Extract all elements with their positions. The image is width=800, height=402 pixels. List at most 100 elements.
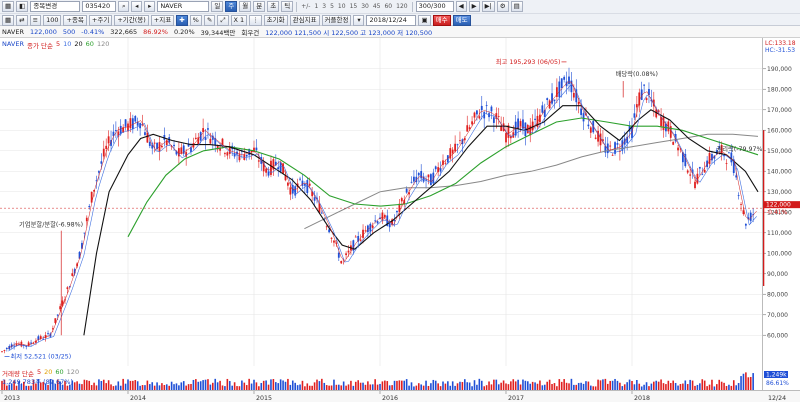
indicator-item-button[interactable]: +지표: [150, 14, 175, 26]
candle-body: [589, 127, 592, 133]
sidebar-toggle-icon[interactable]: ◧: [16, 1, 29, 12]
scroll-right-icon[interactable]: ▶: [468, 1, 480, 12]
more-icon[interactable]: ⋮: [249, 14, 262, 26]
candle-body: [265, 168, 268, 173]
period-number[interactable]: 1: [313, 1, 319, 12]
candle-body: [330, 237, 333, 239]
candle-body: [609, 145, 612, 147]
legend-period-60: 60: [85, 40, 94, 48]
sell-button[interactable]: 매도: [452, 14, 471, 26]
candle-body: [345, 253, 347, 256]
price-chart[interactable]: 최고 195,293 (06/05) 최저 52,521 (03/25) 기업분할/…: [0, 38, 765, 366]
volume-bar: [740, 376, 742, 390]
tab-tick[interactable]: 틱: [281, 1, 294, 12]
date-label: 12/24: [768, 395, 786, 402]
volume-bar: [76, 381, 78, 390]
interest-indicator-button[interactable]: 관심지표: [289, 14, 320, 26]
drawing-icon[interactable]: ✎: [203, 14, 216, 26]
code-button[interactable]: 100: [43, 14, 62, 26]
volume-chart[interactable]: [0, 368, 762, 390]
volume-chart-panel[interactable]: 거래량 단순 5 20 60 120 1,249,783주 (89.67%): [0, 368, 762, 390]
volume-bar: [151, 382, 154, 390]
candle-body: [354, 236, 357, 238]
period-number[interactable]: 5: [329, 1, 335, 12]
prev-icon[interactable]: ◂: [131, 1, 143, 12]
grid-icon[interactable]: ▤: [510, 1, 523, 12]
scroll-end-icon[interactable]: ▶|: [481, 1, 495, 12]
count-value: 300: [418, 2, 431, 10]
candle-body: [129, 118, 132, 129]
volume-bar: [752, 373, 754, 390]
next-icon[interactable]: ▸: [144, 1, 156, 12]
volume-bar: [597, 379, 599, 390]
candle-body: [662, 116, 665, 131]
fit-icon[interactable]: ⤢: [217, 14, 229, 26]
tab-minute[interactable]: 분: [253, 1, 266, 12]
layout-icon[interactable]: ▦: [2, 14, 15, 26]
multiplier-button[interactable]: X 1: [230, 14, 248, 26]
period-number[interactable]: 15: [349, 1, 359, 12]
volume-bar: [195, 379, 197, 390]
list-icon[interactable]: ≡: [29, 14, 42, 26]
percent-icon[interactable]: %: [189, 14, 202, 26]
stock-item-button[interactable]: +종목: [63, 14, 87, 26]
candle-body: [553, 99, 556, 102]
custom-button[interactable]: 커플한정: [321, 14, 352, 26]
calendar-icon[interactable]: ▣: [418, 14, 431, 26]
init-button[interactable]: 초기화: [263, 14, 288, 26]
tab-day[interactable]: 일: [211, 1, 224, 12]
volume-bar: [241, 380, 243, 390]
count-input[interactable]: 300/300: [415, 1, 454, 12]
info-turnover-label: 회우건: [241, 28, 260, 37]
volume-bar: [473, 380, 476, 390]
volume-bar: [577, 382, 580, 390]
volume-bar: [216, 382, 219, 390]
chart-icon[interactable]: ▦: [2, 1, 15, 12]
volume-bar: [747, 377, 750, 390]
volume-bar: [117, 381, 120, 390]
axis-tick-label: 80,000: [767, 291, 788, 298]
tab-month[interactable]: 월: [239, 1, 252, 12]
candle-body: [744, 223, 747, 226]
menu-select[interactable]: 종목변경: [30, 1, 81, 12]
period-number[interactable]: 45: [372, 1, 382, 12]
period-item-button[interactable]: +주기: [88, 14, 113, 26]
price-chart-panel[interactable]: 최고 195,293 (06/05) 최저 52,521 (03/25) 기업분할/…: [0, 38, 765, 366]
stock-code-input[interactable]: 035420: [82, 1, 117, 12]
buy-button[interactable]: 매수: [432, 14, 451, 26]
scroll-left-icon[interactable]: ◀: [455, 1, 467, 12]
crosshair-icon[interactable]: ✚: [176, 14, 188, 26]
nav-minus[interactable]: +/-: [300, 1, 311, 12]
toggle-icon[interactable]: ⇄: [16, 14, 28, 26]
period-number[interactable]: 120: [395, 1, 408, 12]
volume-bar: [745, 372, 747, 390]
period-number[interactable]: 60: [383, 1, 393, 12]
period-number[interactable]: 30: [360, 1, 370, 12]
candle-body: [47, 333, 49, 335]
period-number[interactable]: 3: [321, 1, 327, 12]
tab-week[interactable]: 주: [225, 1, 238, 12]
volume-bar: [655, 380, 658, 390]
settings-icon[interactable]: ⚙: [496, 1, 509, 12]
date-input[interactable]: 2018/12/24: [366, 14, 417, 26]
candle-body: [485, 105, 488, 107]
arrow-icon[interactable]: ▾: [353, 14, 365, 26]
candle-body: [582, 113, 585, 122]
last-change-tag: -0.41%: [766, 209, 788, 216]
volume-bar: [522, 379, 524, 390]
search-icon[interactable]: ⌕: [118, 1, 130, 12]
period-number[interactable]: 10: [337, 1, 347, 12]
volume-bar: [587, 381, 590, 390]
candle-body: [689, 174, 692, 176]
candle-body: [383, 215, 386, 218]
candle-body: [308, 183, 311, 186]
volume-bar: [447, 381, 449, 390]
range-item-button[interactable]: +기간(봉): [114, 14, 149, 26]
volume-bar: [219, 380, 221, 390]
tab-second[interactable]: 초: [267, 1, 280, 12]
info-ohlc: 122,000 121,500 시 122,500 고 123,000 저 12…: [265, 28, 433, 37]
volume-bar: [321, 378, 323, 390]
volume-bar: [674, 382, 677, 390]
volume-bar: [156, 382, 158, 390]
date-axis: 2013 2014 2015 2016 2017 2018 12/24: [0, 390, 800, 402]
